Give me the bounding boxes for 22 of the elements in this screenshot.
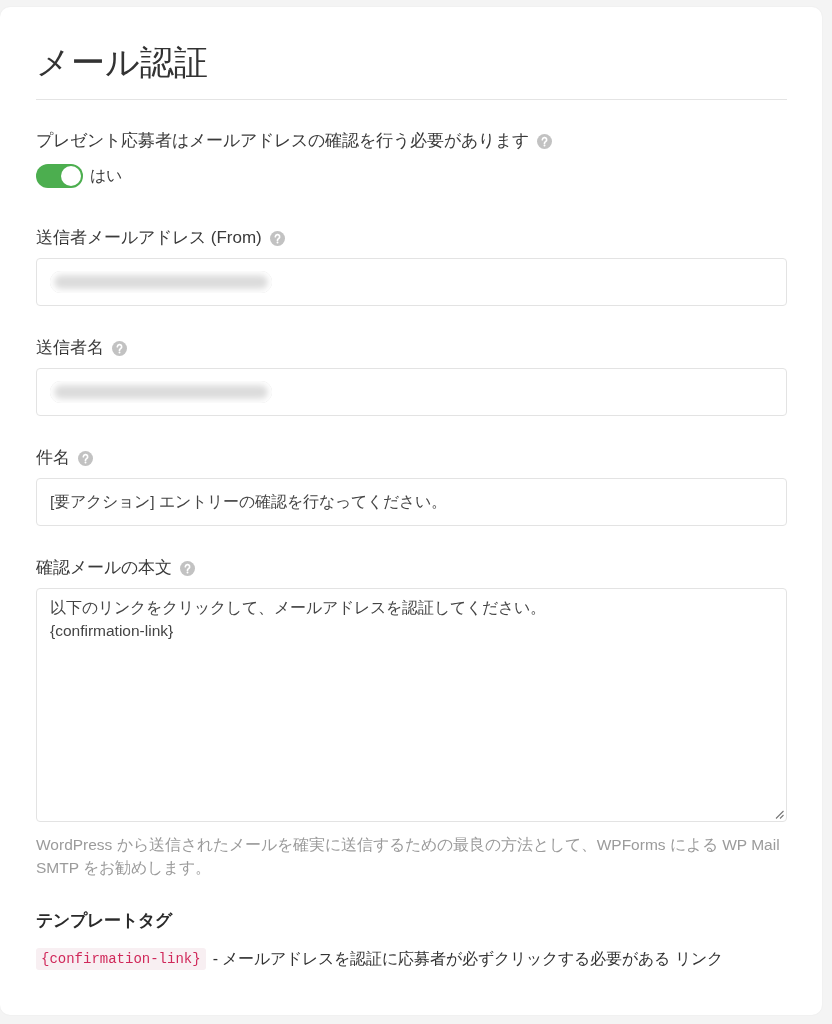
- help-text: WordPress から送信されたメールを確実に送信するための最良の方法として、WPForms による WP Mail SMTP をお勧めします。: [36, 835, 781, 878]
- toggle-switch[interactable]: [36, 164, 83, 188]
- field-label: 送信者メールアドレス (From): [36, 227, 262, 249]
- toggle-label: はい: [90, 166, 122, 186]
- input-field[interactable]: [36, 368, 787, 416]
- section-heading: テンプレートタグ: [36, 910, 174, 932]
- input-field[interactable]: [36, 258, 787, 306]
- resize-handle-icon[interactable]: [775, 810, 784, 819]
- tag-description: - メールアドレスを認証に応募者が必ずクリックする必要がある リンク: [212, 949, 723, 969]
- field-label: プレゼント応募者はメールアドレスの確認を行う必要があります: [36, 130, 529, 152]
- field-label: 確認メールの本文: [36, 557, 172, 579]
- template-tag: {confirmation-link}: [36, 948, 206, 970]
- field-label: 送信者名: [36, 337, 104, 359]
- textarea-field[interactable]: 以下のリンクをクリックして、メールアドレスを認証してください。 {confirmation-link}: [36, 588, 787, 822]
- page-title: メール認証: [36, 42, 209, 83]
- help-icon[interactable]: [537, 133, 552, 149]
- field-label: 件名: [36, 447, 70, 469]
- help-icon[interactable]: [78, 450, 93, 466]
- help-icon[interactable]: [269, 230, 285, 246]
- help-icon[interactable]: [112, 340, 127, 356]
- help-icon[interactable]: [180, 560, 195, 576]
- input-field[interactable]: [要アクション] エントリーの確認を行なってください。: [36, 478, 787, 526]
